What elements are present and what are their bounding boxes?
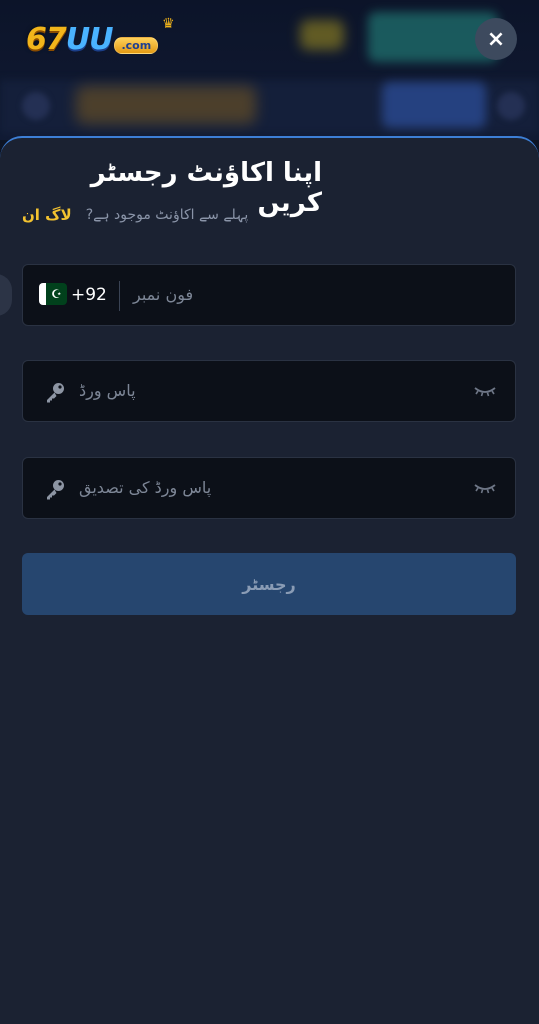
close-button[interactable]: × [475, 18, 517, 60]
logo-domain: .com [114, 36, 159, 54]
register-button[interactable]: رجسٹر [22, 553, 516, 615]
logo-number: 67 [26, 21, 67, 57]
close-icon: × [486, 26, 506, 52]
background-icon-blur [300, 20, 344, 50]
background-button-blur-2 [382, 82, 486, 128]
logo-letters: UU [65, 21, 114, 57]
pakistan-flag-icon: ☪ [39, 283, 67, 305]
eye-closed-icon[interactable] [473, 480, 497, 496]
phone-field[interactable]: ☪ +92 فون نمبر [22, 264, 516, 326]
confirm-password-field[interactable]: پاس ورڈ کی تصدیق [22, 457, 516, 519]
password-placeholder: پاس ورڈ [79, 381, 136, 400]
background-menu-icon [22, 92, 50, 120]
country-code[interactable]: +92 [71, 285, 107, 305]
app-logo: 67 UU .com ♛ [26, 16, 175, 60]
password-field[interactable]: پاس ورڈ [22, 360, 516, 422]
background-logo-blur [76, 86, 256, 124]
crown-icon: ♛ [162, 16, 175, 32]
eye-closed-icon[interactable] [473, 383, 497, 399]
phone-placeholder: فون نمبر [133, 285, 194, 304]
background-gift-icon [497, 92, 525, 120]
page: 67 UU .com ♛ × اپنا اکاؤنٹ رجسٹر کریں ?پ… [0, 0, 539, 1024]
have-account-text: ?پہلے سے اکاؤنٹ موجود ہے [85, 207, 249, 223]
key-icon [47, 383, 64, 403]
key-icon [47, 480, 64, 500]
login-link[interactable]: لاگ ان [22, 206, 72, 224]
field-divider [119, 281, 120, 311]
confirm-password-placeholder: پاس ورڈ کی تصدیق [79, 478, 212, 497]
login-prompt: ?پہلے سے اکاؤنٹ موجود ہے لاگ ان [22, 206, 290, 224]
